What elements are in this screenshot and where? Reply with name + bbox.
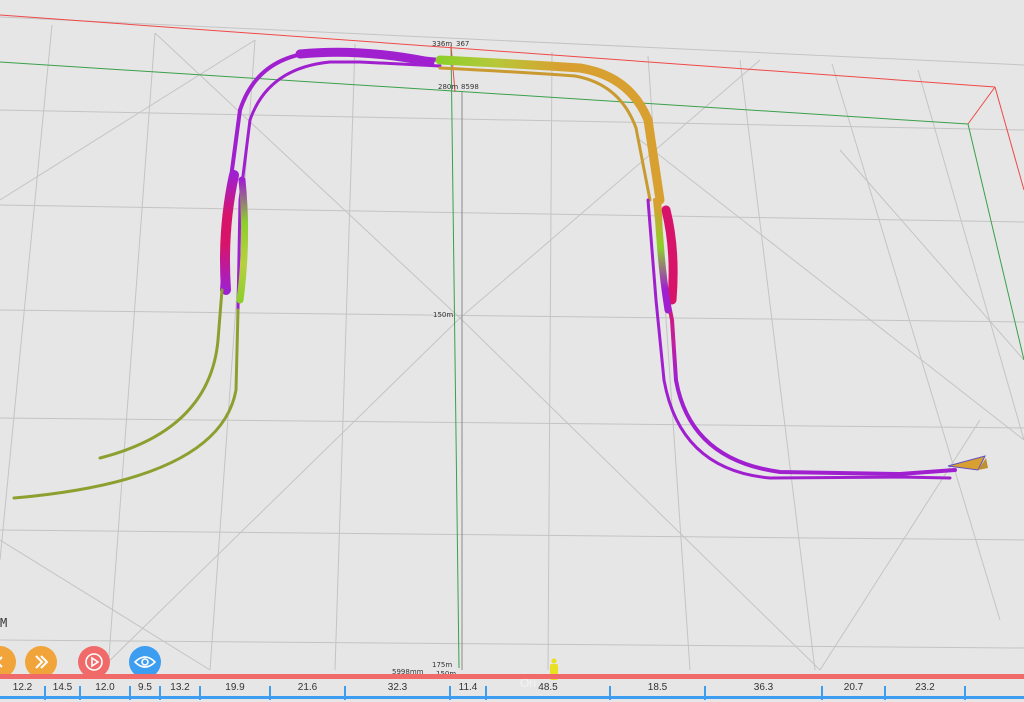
label-bottom-top: 175m (432, 661, 452, 669)
timeline-segment-label: 36.3 (753, 682, 774, 693)
timeline-segment[interactable]: 9.5 (130, 679, 160, 699)
timeline-segment[interactable]: 12.0 (80, 679, 130, 699)
path-inner-top-left (236, 60, 442, 312)
label-top-high: 336m (432, 40, 452, 48)
timeline-segment[interactable]: 48.5 (486, 679, 610, 699)
fast-forward-icon (35, 655, 49, 669)
timeline[interactable]: 12.2 14.5 12.0 9.5 13.2 19.9 21.6 32.3 11.4 48.5 1… (0, 674, 1024, 702)
flight-path[interactable] (12, 47, 988, 500)
timeline-segment-label: 19.9 (225, 682, 245, 693)
flight-path-3d-viewport[interactable]: 336m 367 280m 8598 150m 175m 5998mm 150m (0, 0, 1024, 702)
timeline-segment-label: 23.2 (915, 682, 935, 693)
mode-label: M (0, 616, 8, 630)
timeline-segment-label: 18.5 (647, 682, 668, 693)
timeline-segment[interactable]: 32.3 (345, 679, 450, 699)
timeline-segment-label: 20.7 (843, 682, 864, 693)
timeline-segment[interactable]: 12.2 (0, 679, 45, 699)
timeline-segment[interactable]: 21.6 (270, 679, 345, 699)
timeline-segment[interactable]: 23.2 (885, 679, 965, 699)
timeline-segment[interactable]: 20.7 (822, 679, 885, 699)
timeline-segment-label: 12.0 (95, 682, 115, 693)
timeline-segment-label: 32.3 (387, 682, 408, 693)
chevron-left-icon (0, 656, 3, 668)
timeline-segment[interactable]: 18.5 (610, 679, 705, 699)
timeline-segment-label: 12.2 (12, 682, 33, 693)
eye-icon (134, 656, 156, 668)
path-top-purple-band (295, 47, 435, 67)
path-left-bulge (220, 170, 239, 295)
altitude-labels: 336m 367 280m 8598 150m 175m 5998mm 150m (392, 40, 479, 678)
timeline-segment-label: 11.4 (458, 682, 478, 693)
timeline-segment[interactable]: 36.3 (705, 679, 822, 699)
label-middle: 150m (433, 311, 453, 319)
timeline-segment[interactable]: 13.2 (160, 679, 200, 699)
path-left-lower-outer (98, 288, 224, 460)
timeline-segment[interactable]: 19.9 (200, 679, 270, 699)
path-right-lower-inner (662, 378, 952, 480)
timeline-segment-label: 14.5 (52, 682, 73, 693)
timeline-segment-label: 21.6 (297, 682, 318, 693)
ground-grid (0, 16, 1024, 671)
label-top-high-right: 367 (456, 40, 469, 48)
timeline-segment-label: 13.2 (170, 682, 190, 693)
timeline-segment-label: 48.5 (538, 682, 558, 693)
timeline-segment-label: 9.5 (138, 682, 152, 693)
timeline-segment[interactable]: 11.4 (450, 679, 486, 699)
play-icon (85, 653, 103, 671)
flight-scene[interactable]: 336m 367 280m 8598 150m 175m 5998mm 150m (0, 0, 1024, 702)
label-top-low: 280m (438, 83, 458, 91)
path-left-lower-inner (12, 308, 240, 500)
path-top-right-band (435, 55, 665, 205)
label-top-low-right: 8598 (461, 83, 479, 91)
timeline-segment[interactable]: 14.5 (45, 679, 80, 699)
